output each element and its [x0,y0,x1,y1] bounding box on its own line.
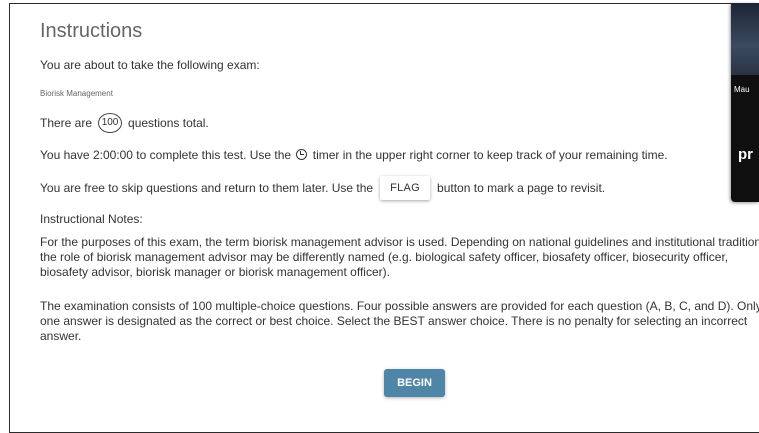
exam-format-paragraph: The examination consists of 100 multiple… [40,299,759,343]
skip-before: You are free to skip questions and retur… [40,181,374,195]
question-count-line: There are 100 questions total. [40,113,209,133]
page-title: Instructions [40,20,143,42]
flag-button[interactable]: FLAG [380,176,431,200]
time-limit-line: You have 2:00:00 to complete this test. … [40,148,668,162]
video-preview-panel[interactable]: Mau pr [731,3,759,202]
count-suffix: questions total. [128,116,209,130]
exam-name: Biorisk Management [40,89,113,98]
time-after: timer in the upper right corner to keep … [312,148,668,162]
count-prefix: There are [40,116,93,130]
begin-button[interactable]: BEGIN [384,369,445,397]
skip-instructions-line: You are free to skip questions and retur… [40,176,605,200]
video-participant-name: Mau [734,85,750,94]
exam-instructions-frame: Instructions You are about to take the f… [9,3,759,433]
time-before: You have 2:00:00 to complete this test. … [40,148,292,162]
question-count-badge: 100 [98,113,123,133]
notes-heading: Instructional Notes: [40,212,143,226]
advisor-note-paragraph: For the purposes of this exam, the term … [40,235,759,279]
timer-icon [296,149,308,160]
video-thumbnail [731,3,759,75]
video-overlay-text: pr [738,146,753,163]
skip-after: button to mark a page to revisit. [437,181,606,195]
intro-text: You are about to take the following exam… [40,58,260,72]
